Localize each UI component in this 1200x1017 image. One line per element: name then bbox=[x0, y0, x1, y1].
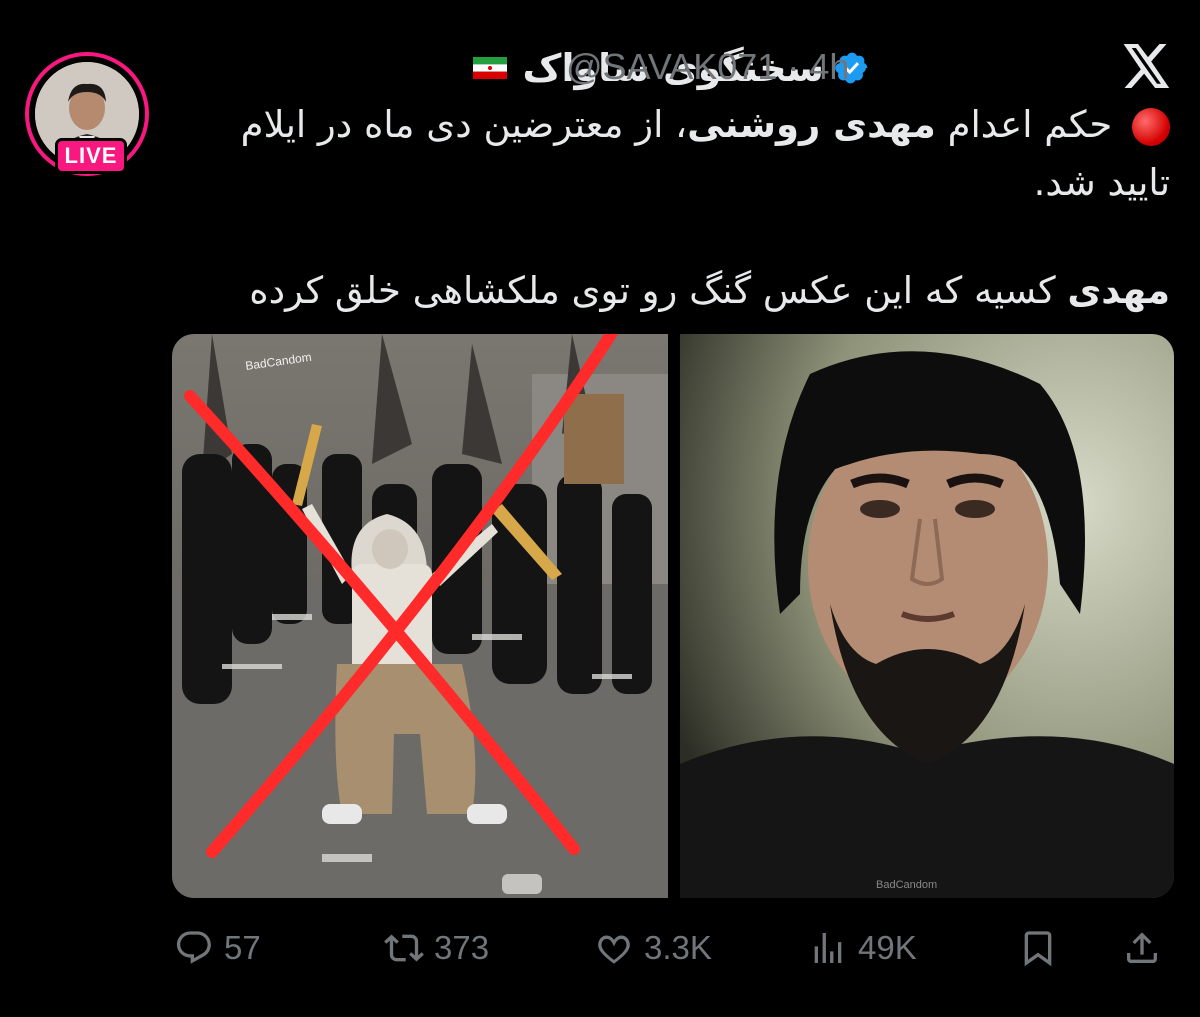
handle-and-time[interactable]: @SAVAK071 · 4h bbox=[566, 46, 849, 88]
views-button[interactable]: 49K bbox=[808, 918, 917, 978]
reply-button[interactable]: 57 bbox=[174, 918, 261, 978]
reply-count: 57 bbox=[224, 929, 261, 966]
bookmark-button[interactable] bbox=[1018, 918, 1058, 978]
protest-photo-crossed[interactable]: BadCandom bbox=[172, 334, 668, 898]
repost-button[interactable]: 373 bbox=[384, 918, 489, 978]
x-logo-icon[interactable] bbox=[1122, 44, 1172, 88]
iran-flag-icon bbox=[472, 57, 507, 79]
watermark-right: BadCandom bbox=[876, 879, 937, 891]
like-button[interactable]: 3.3K bbox=[594, 918, 712, 978]
tweet-media[interactable]: BadCandom BadCandom bbox=[172, 334, 1174, 898]
tweet-text-bold-name: مهدی روشنی bbox=[687, 103, 936, 146]
share-icon bbox=[1127, 932, 1157, 963]
view-count: 49K bbox=[858, 929, 917, 966]
tweet-actions: 57 373 3.3K 49K bbox=[172, 918, 1172, 978]
tweet-text-paragraph-1: حکم اعدام مهدی روشنی، از معترضین دی ماه … bbox=[180, 96, 1170, 212]
red-circle-emoji bbox=[1132, 107, 1170, 146]
reply-icon bbox=[176, 931, 211, 964]
share-button[interactable] bbox=[1122, 918, 1162, 978]
live-badge: LIVE bbox=[55, 138, 127, 174]
portrait-photo[interactable]: BadCandom bbox=[680, 334, 1174, 898]
repost-icon bbox=[384, 934, 424, 962]
heart-icon bbox=[598, 935, 630, 964]
tweet-text-bold-name-2: مهدی bbox=[1067, 269, 1170, 312]
repost-count: 373 bbox=[434, 929, 490, 966]
like-count: 3.3K bbox=[644, 929, 712, 966]
media-gap bbox=[668, 334, 680, 898]
bookmark-icon bbox=[1024, 931, 1052, 967]
views-chart-icon bbox=[814, 933, 842, 963]
tweet-text-pre: حکم اعدام bbox=[935, 103, 1124, 146]
avatar[interactable]: LIVE bbox=[25, 52, 149, 176]
